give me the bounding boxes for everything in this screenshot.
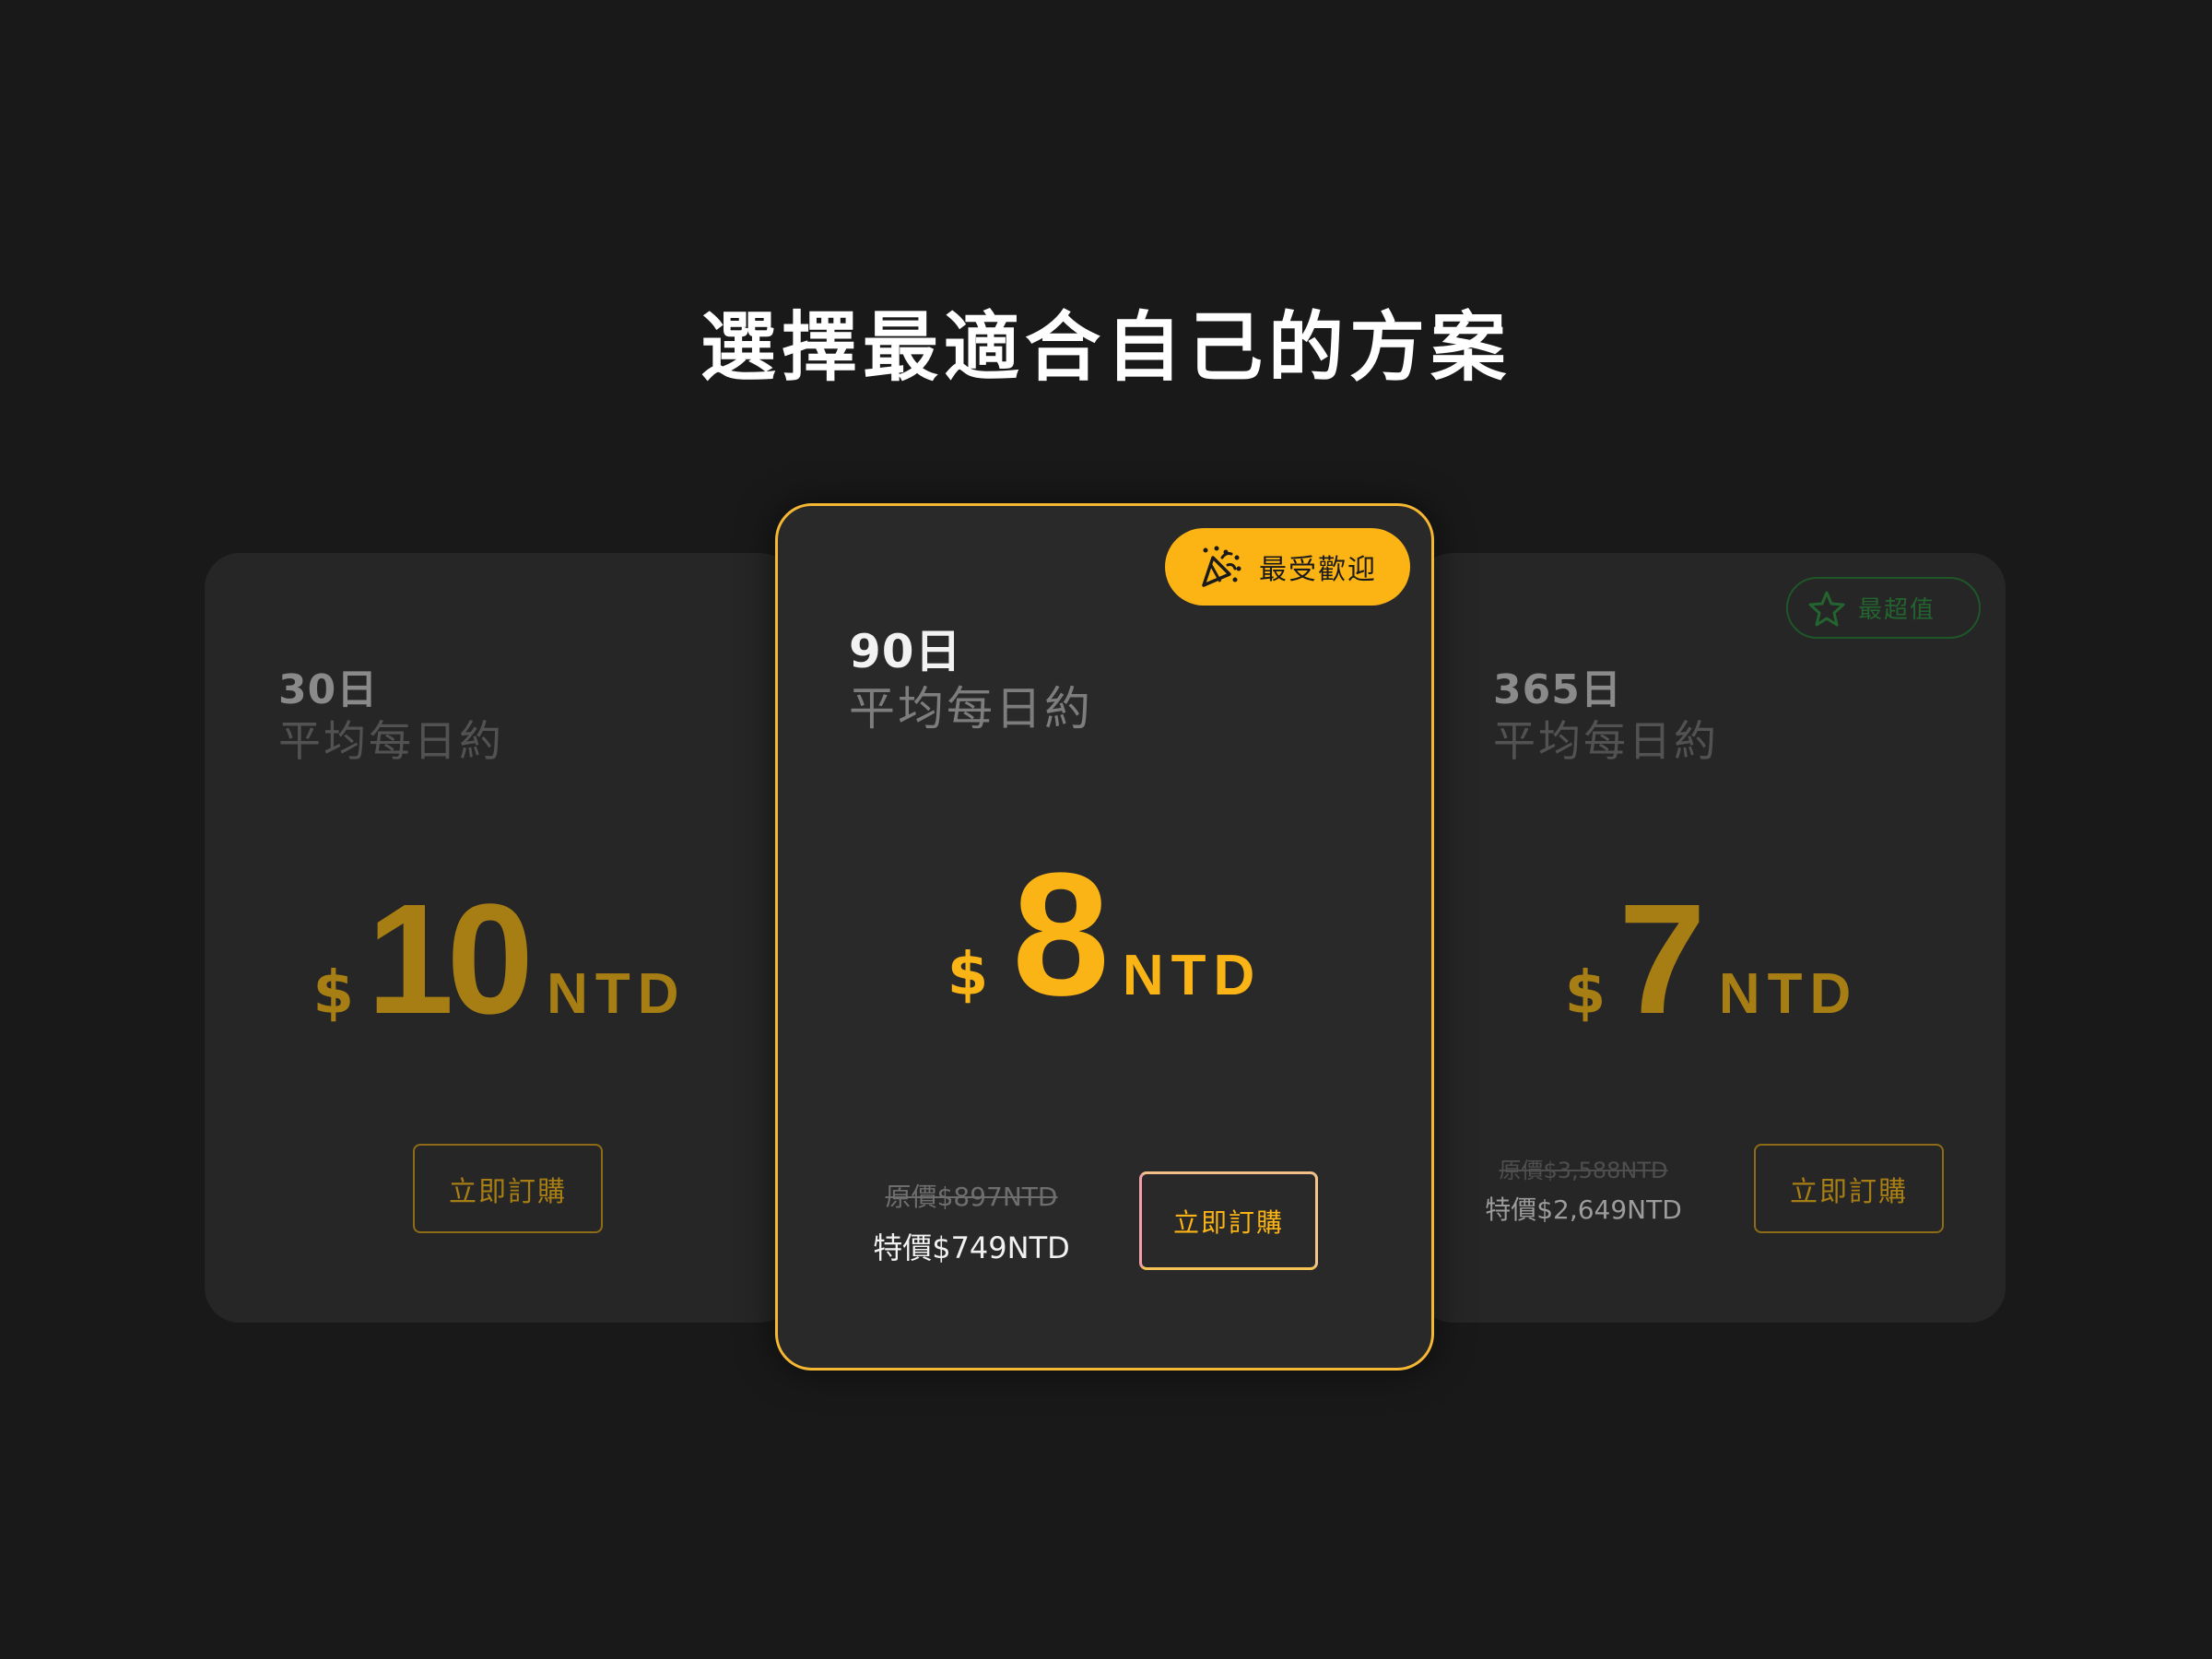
page-title: 選擇最適合自己的方案	[700, 304, 1512, 392]
buy-now-button-30-days[interactable]: 立即訂購	[413, 1144, 603, 1233]
price-note: 原價$897NTD 特價$749NTD	[861, 1177, 1082, 1267]
plan-price: $7 NTD	[1418, 881, 2006, 1038]
price-amount: 8	[1012, 837, 1110, 1032]
plan-price: $10 NTD	[205, 881, 794, 1038]
most-popular-label: 最受歡迎	[1259, 554, 1377, 586]
plan-subtitle: 平均每日約	[849, 682, 1093, 735]
original-price: 原價$3,588NTD	[1499, 1158, 1668, 1183]
plan-card-90-days: 90日 平均每日約 $8 NTD 原價$897NTD 特價$749NTD 立即訂購	[775, 503, 1434, 1371]
price-unit: NTD	[1122, 944, 1263, 1007]
most-popular-badge: 最受歡迎	[1165, 528, 1410, 606]
price-currency: $	[947, 941, 989, 1009]
price-note: 原價$3,588NTD 特價$2,649NTD	[1473, 1152, 1694, 1227]
buy-now-button-90-days[interactable]: 立即訂購	[1139, 1171, 1318, 1270]
price-currency: $	[312, 959, 354, 1028]
buy-now-button-365-days[interactable]: 立即訂購	[1754, 1144, 1944, 1233]
price-amount: 10	[367, 872, 534, 1047]
plan-duration: 365日	[1493, 666, 1622, 713]
party-popper-icon	[1202, 546, 1241, 587]
plan-card-30-days: 30日 平均每日約 $10 NTD 立即訂購	[205, 553, 794, 1323]
price-currency: $	[1564, 959, 1606, 1028]
plan-duration: 30日	[278, 666, 379, 713]
special-price: 特價$2,649NTD	[1485, 1194, 1682, 1225]
plan-price: $8 NTD	[778, 847, 1431, 1022]
plan-subtitle: 平均每日約	[278, 716, 504, 766]
plan-card-365-days: 365日 平均每日約 $7 NTD 原價$3,588NTD 特價$2,649NTD…	[1418, 553, 2006, 1323]
original-price: 原價$897NTD	[885, 1182, 1058, 1212]
price-unit: NTD	[547, 962, 687, 1026]
price-amount: 7	[1618, 872, 1706, 1047]
pricing-page: 選擇最適合自己的方案 30日 平均每日約 $10 NTD 立即訂購 365日 平均…	[0, 0, 2212, 1659]
special-price: 特價$749NTD	[873, 1230, 1070, 1265]
best-value-badge: 最超值	[1786, 577, 1981, 639]
best-value-label: 最超值	[1858, 596, 1936, 624]
star-icon	[1808, 591, 1845, 626]
price-unit: NTD	[1718, 962, 1859, 1026]
plan-subtitle: 平均每日約	[1493, 716, 1719, 766]
